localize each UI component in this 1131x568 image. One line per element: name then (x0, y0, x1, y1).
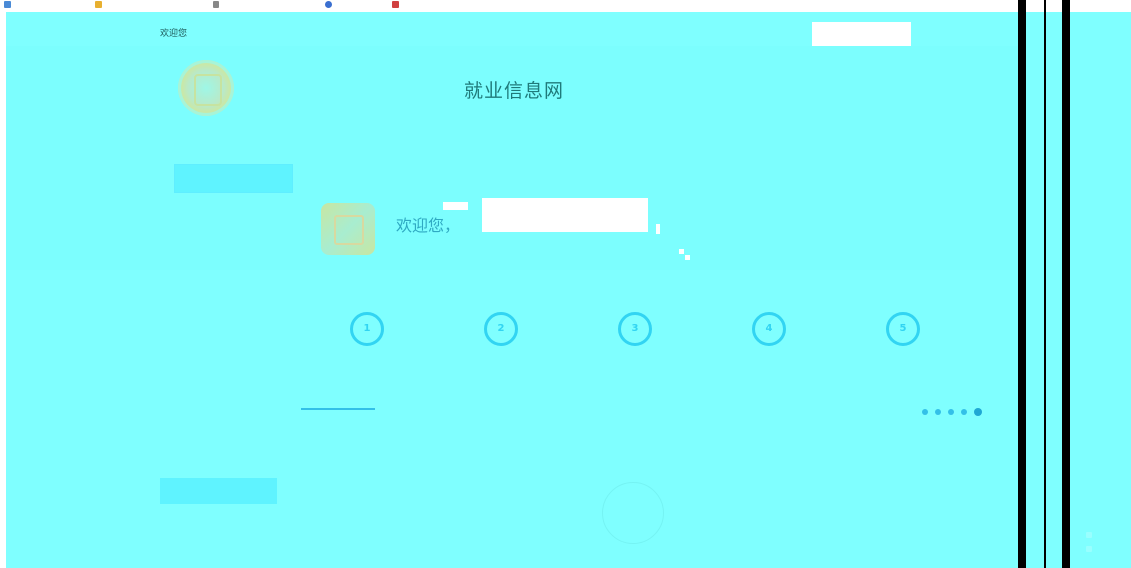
bookmark-red[interactable] (392, 0, 402, 10)
divider-bar-right (1062, 0, 1070, 568)
university-logo[interactable] (178, 60, 234, 116)
apps-icon (4, 1, 11, 8)
name-redaction-small (443, 202, 468, 210)
bookmark-star[interactable] (95, 0, 105, 10)
pager-dot[interactable] (948, 409, 955, 415)
welcome-message: 欢迎您， (396, 216, 461, 235)
step-3[interactable]: 3 (618, 312, 652, 346)
bottom-button[interactable] (160, 478, 277, 504)
pager-dots (922, 400, 984, 419)
scroll-up-icon[interactable] (1086, 532, 1092, 538)
pager-dot[interactable] (935, 409, 942, 415)
bookmark-globe[interactable] (325, 0, 335, 10)
main-content: 欢迎您 就业信息网 欢迎您， 1 2 3 4 5 (6, 12, 1018, 568)
right-panel (1070, 12, 1131, 568)
page: 欢迎您 就业信息网 欢迎您， 1 2 3 4 5 (0, 0, 1131, 568)
globe-icon (325, 1, 332, 8)
nav-button[interactable] (174, 164, 293, 193)
step-4[interactable]: 4 (752, 312, 786, 346)
scroll-controls[interactable] (1086, 532, 1094, 562)
avatar-icon (334, 215, 364, 245)
divider-bar-left (1018, 0, 1026, 568)
tab-active[interactable] (301, 388, 375, 410)
login-input[interactable] (812, 22, 911, 46)
top-bar: 欢迎您 (6, 12, 1018, 46)
logo-emblem-icon (194, 74, 222, 106)
name-redaction (482, 198, 648, 232)
pixel-mark-icon (679, 249, 691, 261)
pager-dot[interactable] (922, 409, 928, 415)
site-title: 就业信息网 (464, 80, 565, 102)
name-cursor (656, 224, 660, 234)
bookmark-document[interactable] (213, 0, 222, 10)
company-avatar (321, 203, 375, 255)
divider-line (1044, 0, 1046, 568)
star-icon (95, 1, 102, 8)
welcome-top-text: 欢迎您 (160, 29, 188, 39)
scroll-down-icon[interactable] (1086, 546, 1092, 552)
bookmark-icon (392, 1, 399, 8)
step-1[interactable]: 1 (350, 312, 384, 346)
pager-dot[interactable] (961, 409, 968, 415)
bookmark-apps[interactable] (4, 0, 14, 10)
step-2[interactable]: 2 (484, 312, 518, 346)
step-5[interactable]: 5 (886, 312, 920, 346)
center-circle (602, 482, 664, 544)
bookmarks-bar (0, 0, 1131, 12)
document-icon (213, 1, 219, 8)
pager-dot-active[interactable] (974, 408, 983, 416)
